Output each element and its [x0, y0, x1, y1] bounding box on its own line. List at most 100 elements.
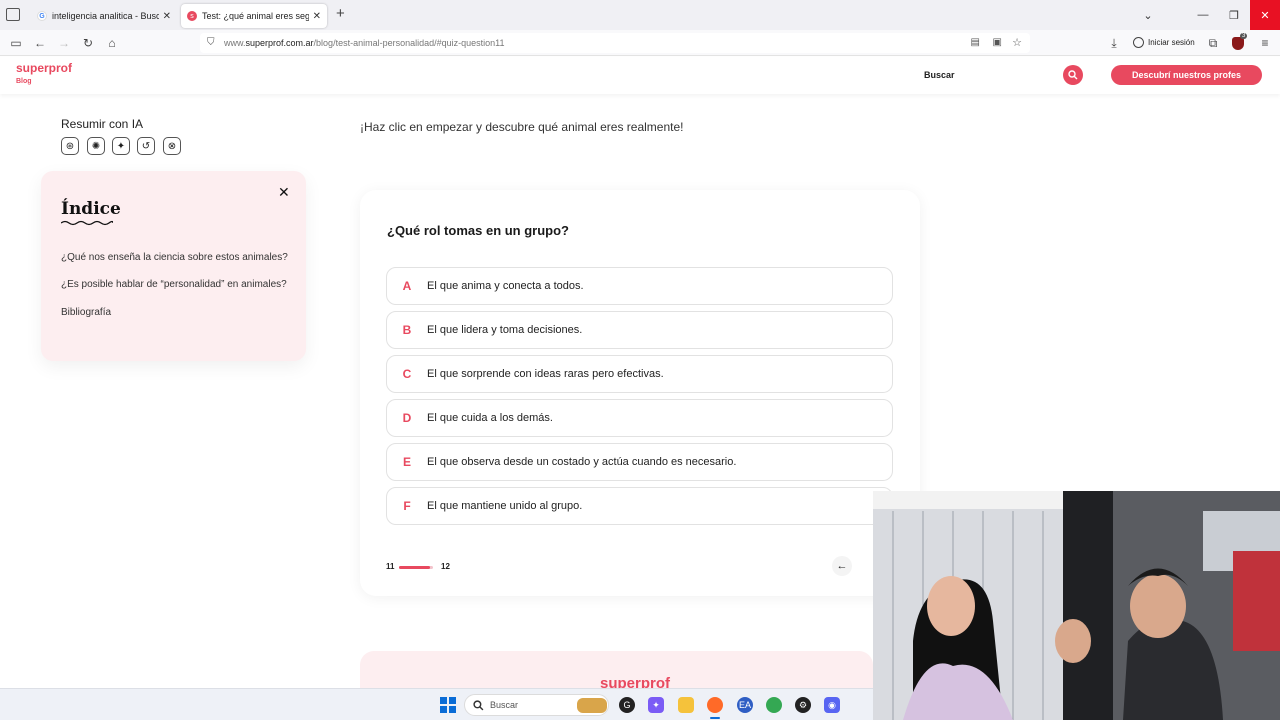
save-to-pocket-icon[interactable]: ▣ — [993, 37, 1002, 48]
taskbar-search[interactable]: Buscar — [464, 694, 609, 716]
index-link[interactable]: ¿Es posible hablar de “personalidad” en … — [61, 279, 287, 290]
quiz-option-d[interactable]: D El que cuida a los demás. — [386, 399, 893, 437]
option-text: El que anima y conecta a todos. — [427, 280, 584, 292]
url-bar[interactable]: ⛉ www. superprof.com.ar/blog/test-animal-… — [200, 33, 1030, 53]
chrome-icon[interactable] — [766, 697, 782, 713]
option-letter: E — [402, 455, 411, 469]
option-letter: A — [402, 279, 412, 293]
index-title: Índice — [61, 199, 121, 219]
windows-taskbar: Buscar G ✦ EA ⚙ ◉ — [0, 688, 873, 720]
webcam-overlay — [873, 491, 1280, 720]
reader-view-icon[interactable]: ▤ — [971, 37, 980, 48]
quiz-option-e[interactable]: E El que observa desde un costado y actú… — [386, 443, 893, 481]
option-text: El que cuida a los demás. — [427, 412, 553, 424]
option-letter: D — [402, 411, 412, 425]
tab-title: inteligencia analitica - Buscar co — [52, 11, 159, 21]
ea-app-icon[interactable]: EA — [737, 697, 753, 713]
extension-badge: 3 — [1240, 33, 1248, 39]
footer-logo: superprof — [600, 675, 671, 688]
gemini-icon[interactable]: ✦ — [112, 137, 130, 155]
option-letter: C — [402, 367, 412, 381]
index-link[interactable]: Bibliografía — [61, 307, 111, 318]
bookmark-star-icon[interactable]: ☆ — [1012, 36, 1022, 49]
superprof-logo[interactable]: superprof — [16, 61, 72, 75]
quiz-card: ¿Qué rol tomas en un grupo? A El que ani… — [360, 190, 920, 596]
quiz-option-b[interactable]: B El que lidera y toma decisiones. — [386, 311, 893, 349]
progress-current: 11 — [386, 562, 395, 571]
progress-bar — [399, 566, 433, 569]
search-button[interactable] — [1063, 65, 1083, 85]
minimize-icon[interactable]: — — [1188, 0, 1218, 30]
search-highlight-icon — [577, 698, 607, 713]
extensions-icon[interactable]: ⧉ — [1205, 35, 1221, 51]
google-icon: G — [37, 11, 47, 21]
superprof-icon: s — [187, 11, 197, 21]
home-icon[interactable]: ⌂ — [104, 35, 120, 51]
copilot-icon[interactable]: ✦ — [648, 697, 664, 713]
tab-google-search[interactable]: G inteligencia analitica - Buscar co ✕ — [31, 4, 177, 28]
webcam-video — [873, 491, 1280, 720]
downloads-icon[interactable]: ⤓ — [1106, 35, 1122, 51]
footer-banner: superprof — [360, 651, 873, 688]
option-text: El que sorprende con ideas raras pero ef… — [427, 368, 664, 380]
start-button[interactable] — [440, 697, 456, 713]
quiz-option-f[interactable]: F El que mantiene unido al grupo. — [386, 487, 893, 525]
claude-icon[interactable]: ✺ — [87, 137, 105, 155]
tab-superprof-test[interactable]: s Test: ¿qué animal eres según tu ✕ — [181, 4, 327, 28]
option-text: El que observa desde un costado y actúa … — [427, 456, 737, 468]
account-icon[interactable] — [1133, 37, 1144, 48]
summarize-ai-title: Resumir con IA — [61, 117, 144, 131]
search-label[interactable]: Buscar — [924, 70, 955, 80]
quiz-question: ¿Qué rol tomas en un grupo? — [387, 223, 569, 238]
steam-icon[interactable]: ⚙ — [795, 697, 811, 713]
intro-text: ¡Haz clic en empezar y descubre qué anim… — [360, 120, 684, 134]
file-explorer-icon[interactable] — [678, 697, 694, 713]
firefox-icon[interactable] — [707, 697, 723, 713]
active-app-indicator — [710, 717, 720, 719]
browser-tab-bar: G inteligencia analitica - Buscar co ✕ s… — [0, 0, 1280, 30]
forward-icon[interactable]: → — [56, 35, 72, 51]
sidebar-icon[interactable]: ▭ — [8, 35, 24, 51]
close-index-button[interactable]: ✕ — [278, 184, 290, 201]
search-icon — [473, 700, 484, 711]
taskbar-search-label: Buscar — [490, 700, 519, 710]
tab-title: Test: ¿qué animal eres según tu — [202, 11, 309, 21]
restore-icon[interactable]: ❐ — [1219, 0, 1249, 30]
index-link[interactable]: ¿Qué nos enseña la ciencia sobre estos a… — [61, 252, 288, 263]
close-window-icon[interactable]: ✕ — [1250, 0, 1280, 30]
new-tab-button[interactable]: + — [336, 5, 345, 22]
progress-total: 12 — [441, 562, 450, 571]
option-text: El que mantiene unido al grupo. — [427, 500, 583, 512]
discord-icon[interactable]: ◉ — [824, 697, 840, 713]
quiz-option-a[interactable]: A El que anima y conecta a todos. — [386, 267, 893, 305]
close-tab-icon[interactable]: ✕ — [163, 11, 171, 22]
option-letter: F — [403, 499, 411, 513]
signin-button[interactable]: Iniciar sesión — [1148, 38, 1195, 47]
discover-tutors-button[interactable]: Descubrí nuestros profes — [1111, 65, 1262, 85]
url-path: /blog/test-animal-personalidad/#quiz-que… — [313, 38, 505, 48]
table-of-contents: Índice ✕ ¿Qué nos enseña la ciencia sobr… — [41, 171, 306, 361]
close-tab-icon[interactable]: ✕ — [313, 11, 321, 22]
reload-icon[interactable]: ↻ — [80, 35, 96, 51]
site-header: superprof Blog Buscar Descubrí nuestros … — [0, 57, 1280, 94]
app-g-icon[interactable]: G — [619, 697, 635, 713]
url-prefix: www. — [224, 38, 246, 48]
search-icon — [1068, 70, 1078, 80]
option-text: El que lidera y toma decisiones. — [427, 324, 583, 336]
quiz-option-c[interactable]: C El que sorprende con ideas raras pero … — [386, 355, 893, 393]
site-info-icon[interactable]: ⛉ — [207, 37, 215, 48]
back-icon[interactable]: ← — [32, 35, 48, 51]
menu-icon[interactable]: ≡ — [1257, 35, 1273, 51]
chatgpt-icon[interactable]: ⊛ — [61, 137, 79, 155]
url-domain: superprof.com.ar — [245, 38, 314, 48]
list-all-tabs-icon[interactable]: ⌄ — [1133, 0, 1163, 30]
index-underline — [61, 220, 113, 226]
perplexity-icon[interactable]: ↺ — [137, 137, 155, 155]
browser-nav-bar: ▭ ← → ↻ ⌂ ⛉ www. superprof.com.ar/blog/te… — [0, 30, 1280, 56]
progress-fill — [399, 566, 431, 569]
blog-label: Blog — [16, 78, 32, 85]
option-letter: B — [402, 323, 412, 337]
grok-icon[interactable]: ⊗ — [163, 137, 181, 155]
previous-question-button[interactable]: ← — [832, 556, 852, 576]
tab-list-icon[interactable] — [6, 8, 20, 21]
